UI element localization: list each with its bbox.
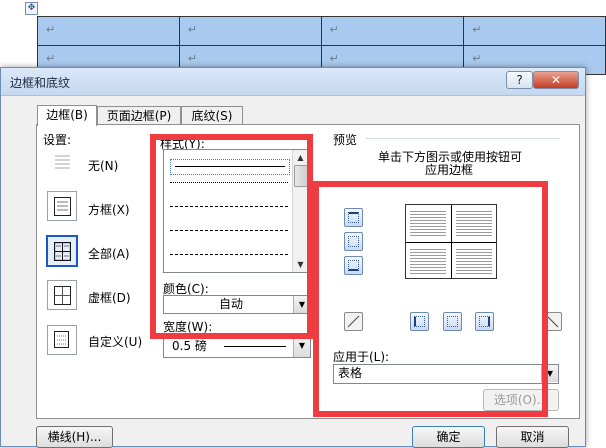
- style-option-solid[interactable]: [170, 159, 290, 175]
- apply-to-value: 表格: [338, 366, 363, 380]
- style-option-large-dash[interactable]: [170, 230, 288, 231]
- setting-box-icon[interactable]: [47, 191, 77, 221]
- tab-borders[interactable]: 边框(B): [37, 105, 97, 126]
- style-option-dash-dot[interactable]: [170, 254, 288, 255]
- preview-hint-line2: 应用边框: [425, 163, 474, 177]
- style-option-dotted[interactable]: [170, 182, 288, 183]
- inside-vertical-border-icon[interactable]: [443, 312, 462, 331]
- left-border-icon[interactable]: [410, 312, 429, 331]
- setting-custom-label[interactable]: 自定义(U): [88, 333, 142, 350]
- diagonal-down-border-icon[interactable]: [344, 312, 363, 331]
- chevron-down-icon[interactable]: ▼: [541, 365, 558, 382]
- style-option-small-dash[interactable]: [170, 206, 288, 207]
- scroll-up-icon[interactable]: ▲: [293, 150, 308, 165]
- setting-none-label[interactable]: 无(N): [88, 157, 118, 174]
- border-preview-diagram[interactable]: [405, 204, 497, 279]
- width-label: 宽度(W):: [163, 320, 213, 334]
- width-dropdown[interactable]: 0.5 磅 ▼: [163, 334, 311, 358]
- cancel-button[interactable]: 取消: [496, 426, 569, 448]
- horizontal-line-button[interactable]: 横线(H)...: [36, 426, 113, 448]
- setting-none-icon[interactable]: [47, 147, 77, 177]
- setting-all-icon[interactable]: [46, 235, 78, 267]
- apply-to-label: 应用于(L):: [333, 350, 390, 364]
- setting-custom-icon[interactable]: [47, 325, 77, 355]
- top-border-icon[interactable]: [344, 208, 363, 227]
- setting-grid-icon[interactable]: [47, 280, 77, 310]
- scroll-thumb[interactable]: [294, 165, 308, 187]
- scroll-down-icon[interactable]: ▼: [293, 257, 308, 272]
- chevron-down-icon[interactable]: ▼: [293, 296, 310, 313]
- diagonal-up-border-icon[interactable]: [543, 312, 562, 331]
- chevron-down-icon[interactable]: ▼: [293, 335, 310, 357]
- options-button[interactable]: 选项(O)...: [483, 389, 559, 411]
- right-border-icon[interactable]: [475, 312, 494, 331]
- table-cell[interactable]: ↵: [463, 16, 606, 46]
- inside-horizontal-border-icon[interactable]: [344, 232, 363, 251]
- table-move-handle-icon[interactable]: ✥: [25, 2, 38, 15]
- preview-label: 预览: [333, 133, 358, 147]
- settings-label: 设置:: [43, 133, 72, 147]
- bottom-border-icon[interactable]: [344, 256, 363, 275]
- color-dropdown[interactable]: 自动 ▼: [163, 295, 311, 314]
- width-sample-line: [224, 346, 286, 347]
- ok-button[interactable]: 确定: [412, 426, 485, 448]
- setting-all-label[interactable]: 全部(A): [88, 245, 130, 262]
- style-list-scrollbar[interactable]: ▲ ▼: [292, 150, 308, 272]
- color-value: 自动: [219, 297, 244, 311]
- line-style-list[interactable]: ▲ ▼: [163, 149, 309, 273]
- table-cell[interactable]: ↵: [320, 16, 465, 46]
- width-value: 0.5 磅: [172, 339, 207, 353]
- table-cell[interactable]: ↵: [37, 16, 180, 46]
- table-row: ↵ ↵ ↵ ↵: [37, 16, 606, 46]
- setting-box-label[interactable]: 方框(X): [88, 201, 130, 218]
- preview-separator: [366, 138, 560, 139]
- apply-to-dropdown[interactable]: 表格 ▼: [333, 364, 559, 384]
- table-cell[interactable]: ↵: [178, 16, 322, 46]
- setting-grid-label[interactable]: 虚框(D): [88, 289, 131, 306]
